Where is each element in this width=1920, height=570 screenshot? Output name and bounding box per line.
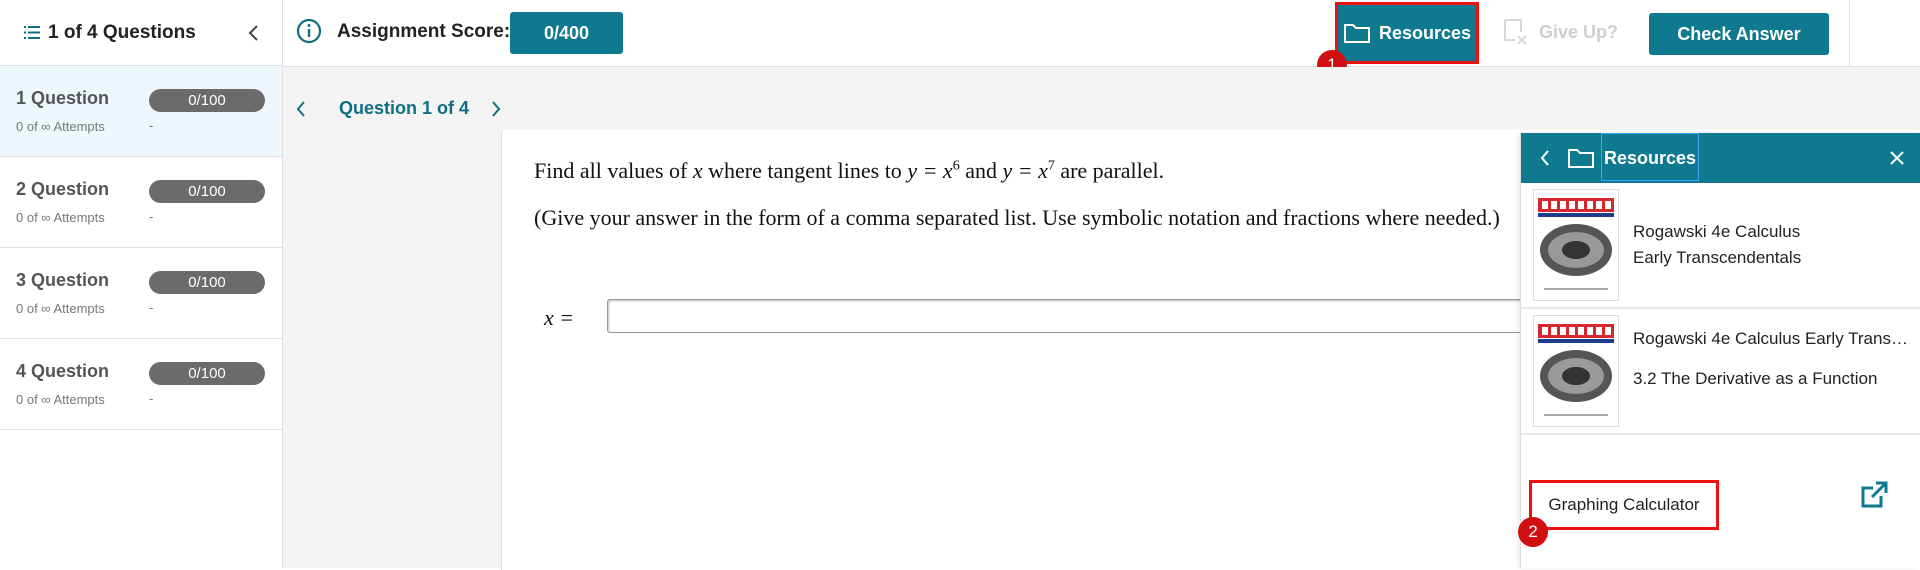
question-extra: - [149,118,154,133]
question-name: 2 Question [16,179,110,199]
question-score-badge: 0/100 [149,362,265,385]
resources-panel-title: Resources [1601,133,1700,181]
question-name: 1 Question [16,88,110,108]
question-extra: - [149,300,154,315]
resource-title: Rogawski 4e Calculus Early Transcendenta… [1633,222,1802,267]
prompt-exponent: 6 [952,158,960,174]
prompt-text: Find all values of [534,158,693,183]
question-extra: - [149,391,154,406]
answer-label: x = [544,305,575,330]
folder-icon [1568,149,1594,168]
folder-icon [1343,24,1370,43]
prompt-var: x [692,158,703,183]
info-icon[interactable] [296,18,322,44]
question-item-1[interactable]: 1 Question 0/100 0 of ∞ Attempts - [0,66,282,157]
resources-panel: Resources Rogawski 4e Calculus Early Tra… [1518,133,1920,568]
graphing-calculator-row: Graphing Calculator 2 [1518,435,1920,565]
resource-title: Rogawski 4e Calculus Early Transcendenta… [1633,329,1913,348]
question-extra: - [149,209,154,224]
question-attempts: 0 of ∞ Attempts [16,301,105,316]
question-score-badge: 0/100 [149,89,265,112]
close-icon[interactable] [1889,150,1905,166]
question-hint: (Give your answer in the form of a comma… [534,205,1500,230]
next-question-icon[interactable] [490,99,502,119]
give-up-button[interactable]: Give Up? [1503,18,1618,46]
question-score-badge: 0/100 [149,271,265,294]
resource-subtitle: 3.2 The Derivative as a Function [1633,369,1878,388]
top-bar: Assignment Score: 0/400 Resources 1 Give… [283,0,1920,80]
divider [1849,0,1850,66]
prompt-text: and [959,158,1003,183]
question-attempts: 0 of ∞ Attempts [16,392,105,407]
resources-button[interactable]: Resources [1335,2,1479,64]
annotation-badge-2: 2 [1518,517,1548,547]
assignment-score-label: Assignment Score: [337,21,511,42]
question-score-badge: 0/100 [149,180,265,203]
resource-item-section[interactable]: Rogawski 4e Calculus Early Transcendenta… [1521,309,1920,435]
question-sidebar: 1 of 4 Questions 1 Question 0/100 0 of ∞… [0,0,283,568]
sidebar-header: 1 of 4 Questions [0,0,282,66]
previous-question-icon[interactable] [295,99,307,119]
check-answer-button[interactable]: Check Answer [1649,13,1829,55]
question-item-2[interactable]: 2 Question 0/100 0 of ∞ Attempts - [0,157,282,248]
question-item-3[interactable]: 3 Question 0/100 0 of ∞ Attempts - [0,248,282,339]
back-icon[interactable] [1539,148,1551,168]
graphing-calculator-button[interactable]: Graphing Calculator [1529,480,1719,530]
question-name: 3 Question [16,270,110,290]
give-up-icon [1504,19,1527,45]
prompt-text: where tangent lines to [702,158,908,183]
book-cover-image [1533,189,1619,301]
give-up-label: Give Up? [1539,21,1619,42]
question-name: 4 Question [16,361,110,381]
resource-item-textbook[interactable]: Rogawski 4e Calculus Early Transcendenta… [1521,183,1920,309]
external-link-icon[interactable] [1859,480,1889,510]
sidebar-title: 1 of 4 Questions [48,21,196,43]
assignment-score-value: 0/400 [510,12,623,54]
resources-button-label: Resources [1378,22,1472,43]
list-icon [24,26,40,39]
question-prompt: Find all values of x where tangent lines… [534,158,1164,184]
prompt-equation: y = x [907,158,953,183]
question-item-4[interactable]: 4 Question 0/100 0 of ∞ Attempts - [0,339,282,430]
question-attempts: 0 of ∞ Attempts [16,210,105,225]
book-cover-image [1533,315,1619,427]
question-attempts: 0 of ∞ Attempts [16,119,105,134]
collapse-sidebar-icon[interactable] [246,23,262,43]
prompt-text: are parallel. [1054,158,1165,183]
prompt-equation: y = x [1002,158,1048,183]
prompt-exponent: 7 [1047,158,1055,174]
resources-panel-header: Resources [1521,133,1920,183]
question-nav-label: Question 1 of 4 [339,98,470,118]
